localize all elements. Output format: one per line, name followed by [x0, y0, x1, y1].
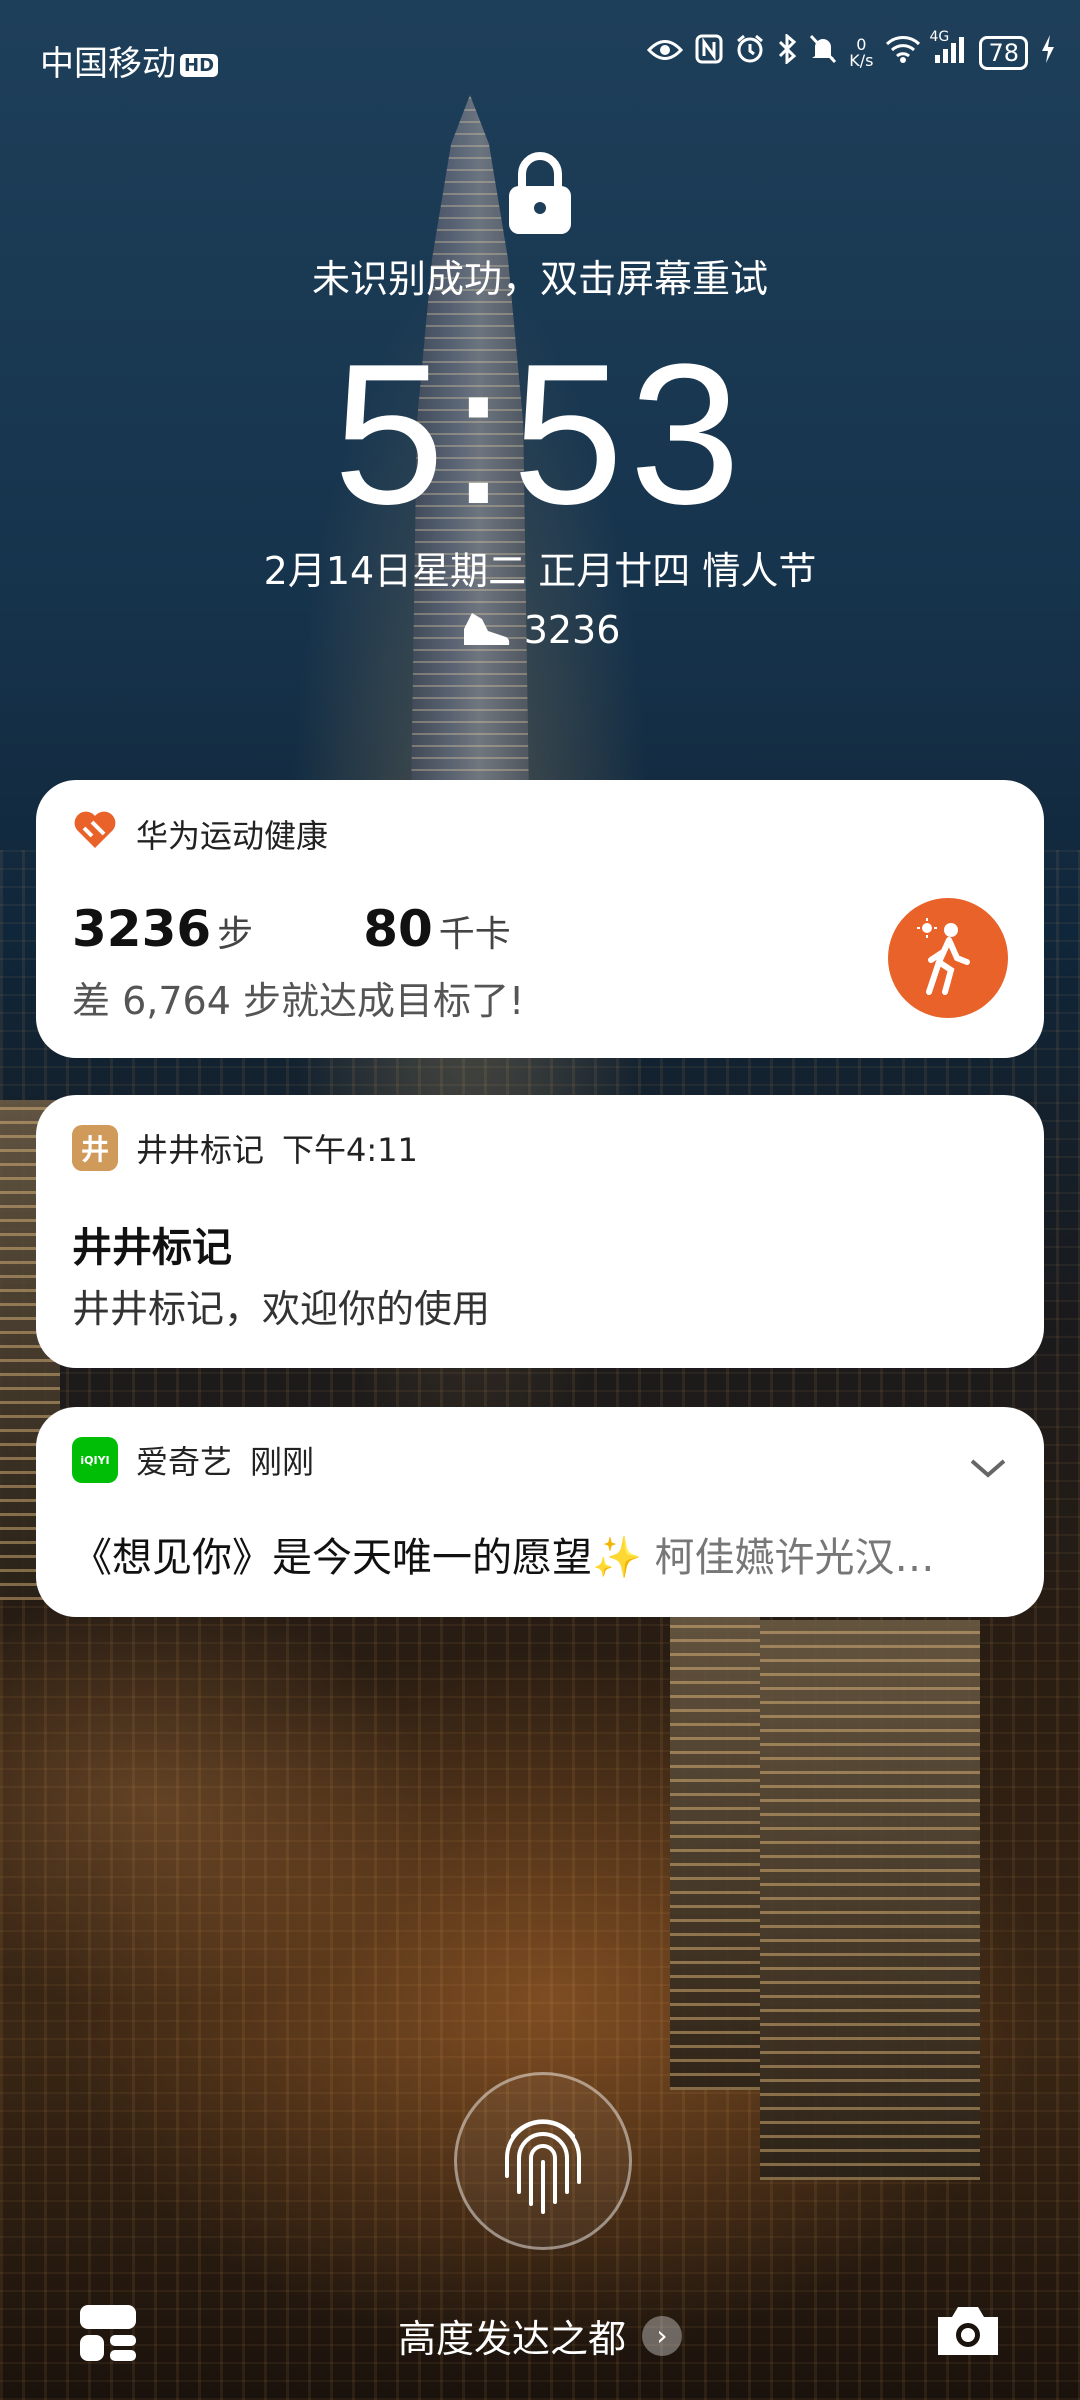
carrier-label: 中国移动 — [40, 44, 176, 84]
calories-unit: 千卡 — [438, 914, 511, 955]
notification-huawei-health[interactable]: 华为运动健康 3236 步 80 千卡 差 6,764 步就达成目标了! — [36, 780, 1044, 1058]
app-name: 华为运动健康 — [136, 817, 329, 855]
date-line: 2月14日星期二 正月廿四 情人节 — [263, 549, 817, 593]
status-bar: 中国移动 HD 0 K/s 4G 78 — [0, 0, 1080, 110]
notification-iqiyi[interactable]: iQIYI 爱奇艺 刚刚 《想见你》是今天唯一的愿望✨ 柯佳嬿许光汉… — [36, 1407, 1044, 1617]
calories-value: 80 — [363, 900, 433, 958]
building-image — [760, 1620, 980, 2180]
notification-body: 井井标记，欢迎你的使用 — [72, 1287, 491, 1331]
notification-body-main: 《想见你》是今天唯一的愿望✨ — [72, 1535, 642, 1581]
network-speed: 0 K/s — [849, 37, 873, 69]
magazine-title: 高度发达之都 — [397, 2317, 626, 2361]
chevron-down-icon[interactable] — [968, 1447, 1008, 1487]
notification-body: 《想见你》是今天唯一的愿望✨ 柯佳嬿许光汉… — [72, 1525, 1012, 1583]
app-name: 爱奇艺 — [136, 1443, 233, 1481]
notification-time: 下午4:11 — [282, 1131, 418, 1169]
steps-metric: 3236 步 — [72, 900, 253, 958]
unlock-failed-message: 未识别成功，双击屏幕重试 — [311, 257, 768, 301]
health-metrics: 3236 步 80 千卡 — [72, 900, 511, 958]
lock-icon — [505, 148, 575, 238]
notification-time: 刚刚 — [250, 1443, 315, 1481]
fingerprint-sensor[interactable] — [454, 2072, 632, 2250]
jingjing-app-icon: 井 — [72, 1125, 118, 1171]
shoe-icon — [460, 608, 524, 652]
bluetooth-icon — [777, 32, 797, 72]
fingerprint-icon — [505, 2119, 581, 2214]
clock-time: 5:53 — [333, 323, 747, 546]
calories-metric: 80 千卡 — [363, 900, 511, 958]
wifi-icon — [885, 35, 921, 71]
notification-title: 井井标记 — [72, 1225, 232, 1271]
charging-icon — [1040, 34, 1056, 72]
net-speed-unit: K/s — [849, 51, 874, 70]
status-icons: 0 K/s 4G 78 — [647, 29, 1056, 72]
camera-icon[interactable] — [934, 2303, 1002, 2359]
signal-icon: 4G — [929, 29, 967, 71]
hd-badge: HD — [180, 54, 219, 77]
alarm-icon — [735, 34, 765, 72]
notification-header: iQIYI 爱奇艺 刚刚 — [72, 1437, 314, 1483]
eye-icon — [647, 36, 684, 71]
nfc-icon — [695, 34, 723, 72]
goal-message: 差 6,764 步就达成目标了! — [72, 979, 525, 1023]
notification-body-rest: 柯佳嬿许光汉… — [641, 1535, 935, 1581]
iqiyi-app-icon: iQIYI — [72, 1437, 118, 1483]
notification-jingjing[interactable]: 井 井井标记 下午4:11 井井标记 井井标记，欢迎你的使用 — [36, 1095, 1044, 1368]
carrier-name: 中国移动 HD — [40, 36, 219, 85]
battery-indicator: 78 — [979, 36, 1028, 70]
steps-value: 3236 — [72, 900, 212, 958]
notification-header: 华为运动健康 — [72, 810, 328, 858]
huawei-health-heart-icon — [72, 810, 118, 858]
step-counter: 3236 — [0, 608, 1080, 652]
building-image — [670, 1610, 760, 2090]
magazine-caption[interactable]: 高度发达之都 › — [0, 2308, 1080, 2363]
chevron-right-icon: › — [642, 2315, 682, 2356]
steps-unit: 步 — [217, 914, 254, 955]
mute-bell-icon — [809, 34, 837, 72]
step-count: 3236 — [523, 608, 621, 652]
app-name: 井井标记 — [136, 1131, 265, 1169]
walking-icon — [888, 898, 1008, 1018]
signal-type: 4G — [929, 29, 950, 45]
notification-header: 井 井井标记 下午4:11 — [72, 1125, 418, 1171]
